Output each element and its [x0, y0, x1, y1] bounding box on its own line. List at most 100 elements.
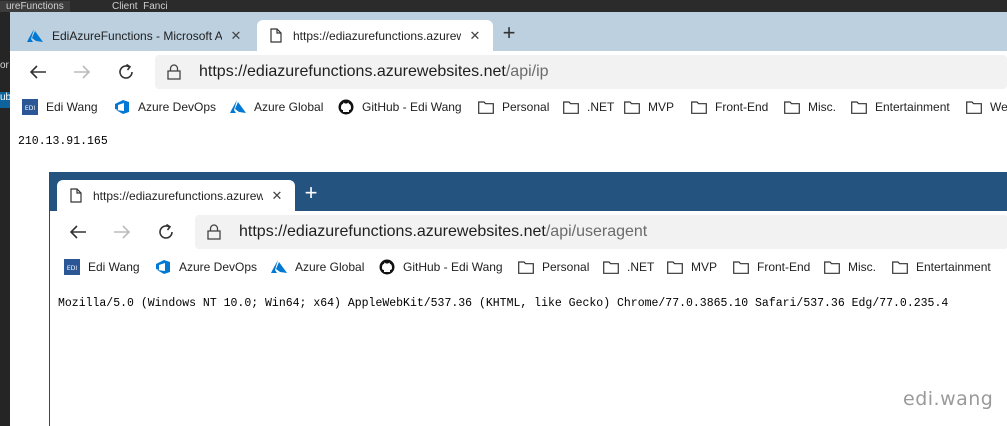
favorite-label: Edi Wang: [88, 260, 140, 274]
folder-icon: [784, 99, 800, 115]
navigation-toolbar: https://ediazurefunctions.azurewebsites.…: [50, 211, 1007, 253]
forward-button[interactable]: [106, 216, 138, 248]
favorite-label: Azure DevOps: [179, 260, 258, 274]
tab-api-ip[interactable]: https://ediazurefunctions.azurew ✕: [257, 20, 493, 51]
lock-icon[interactable]: [207, 223, 225, 241]
folder-icon: [733, 259, 749, 275]
refresh-button[interactable]: [150, 216, 182, 248]
background-tab: Client Fanci: [112, 1, 168, 12]
favorite-azure-global[interactable]: Azure Global: [271, 258, 364, 276]
favorite-folder-entertainment[interactable]: Entertainment: [892, 258, 991, 276]
favorite-azure-global[interactable]: Azure Global: [230, 98, 323, 116]
page-content-useragent: Mozilla/5.0 (Windows NT 10.0; Win64; x64…: [58, 297, 949, 310]
watermark: edi.wang: [903, 388, 994, 410]
close-icon[interactable]: ✕: [228, 28, 244, 44]
folder-icon: [851, 99, 867, 115]
favorite-folder-personal[interactable]: Personal: [518, 258, 589, 276]
address-bar[interactable]: https://ediazurefunctions.azurewebsites.…: [195, 215, 1007, 249]
favorite-folder-entertainment[interactable]: Entertainment: [851, 98, 950, 116]
background-tab: ureFunctions: [0, 1, 70, 12]
favorite-folder-front-end[interactable]: Front-End: [691, 98, 768, 116]
favorite-folder-misc[interactable]: Misc.: [784, 98, 836, 116]
refresh-button[interactable]: [110, 56, 142, 88]
tab-title: https://ediazurefunctions.azurew: [293, 28, 461, 43]
azure-icon: [26, 27, 44, 45]
url-host: https://ediazurefunctions.azurewebsites.…: [239, 223, 546, 240]
close-icon[interactable]: ✕: [269, 188, 285, 204]
folder-icon: [624, 99, 640, 115]
favorite-label: Azure Global: [254, 100, 324, 114]
folder-icon: [667, 259, 683, 275]
tab-title: EdiAzureFunctions - Microsoft Az: [52, 28, 222, 43]
favorite-github[interactable]: GitHub - Edi Wang: [338, 98, 462, 116]
tab-api-useragent[interactable]: https://ediazurefunctions.azurew ✕: [57, 180, 295, 211]
edi-icon: EDI: [22, 99, 38, 115]
favorite-azure-devops[interactable]: Azure DevOps: [114, 98, 216, 116]
edi-icon: EDI: [64, 259, 80, 275]
folder-icon: [691, 99, 707, 115]
url-path: /api/ip: [505, 63, 549, 80]
favorite-label: Misc.: [848, 260, 876, 274]
tab-azure-portal[interactable]: EdiAzureFunctions - Microsoft Az ✕: [16, 20, 254, 51]
page-icon: [67, 187, 85, 205]
favorite-label: .NET: [587, 100, 615, 114]
favorite-label: Front-End: [757, 260, 811, 274]
favorite-label: We: [990, 100, 1007, 114]
favorite-folder-front-end[interactable]: Front-End: [733, 258, 810, 276]
github-icon: [338, 99, 354, 115]
favorite-label: MVP: [691, 260, 718, 274]
address-bar[interactable]: https://ediazurefunctions.azurewebsites.…: [155, 55, 1007, 89]
favorite-folder-misc[interactable]: Misc.: [824, 258, 876, 276]
favorite-edi-wang[interactable]: EDI Edi Wang: [64, 258, 140, 276]
lock-icon[interactable]: [167, 63, 185, 81]
favorite-folder-mvp[interactable]: MVP: [667, 258, 717, 276]
new-tab-button[interactable]: +: [497, 22, 521, 46]
new-tab-button[interactable]: +: [299, 182, 323, 206]
folder-icon: [563, 99, 579, 115]
favorite-folder-we[interactable]: We: [966, 98, 1007, 116]
background-fragment: ub: [0, 92, 10, 108]
background-taskbar: ureFunctions Client Fanci: [0, 0, 1007, 12]
favorite-label: Personal: [502, 100, 550, 114]
favorite-folder-net[interactable]: .NET: [603, 258, 654, 276]
favorite-label: Edi Wang: [46, 100, 98, 114]
favorite-label: Entertainment: [875, 100, 950, 114]
svg-text:EDI: EDI: [25, 105, 35, 112]
azure-icon: [230, 99, 246, 115]
favorite-label: .NET: [627, 260, 655, 274]
favorite-azure-devops[interactable]: Azure DevOps: [155, 258, 257, 276]
favorite-folder-mvp[interactable]: MVP: [624, 98, 674, 116]
favorites-bar: EDI Edi Wang Azure DevOps Azure Global G…: [10, 93, 1007, 121]
folder-icon: [966, 99, 982, 115]
back-button[interactable]: [62, 216, 94, 248]
favorite-label: Entertainment: [916, 260, 991, 274]
favorite-folder-net[interactable]: .NET: [563, 98, 614, 116]
close-icon[interactable]: ✕: [467, 28, 483, 44]
browser-window-useragent: https://ediazurefunctions.azurew ✕ + htt…: [49, 172, 1007, 426]
azure-devops-icon: [114, 99, 130, 115]
azure-icon: [271, 259, 287, 275]
favorite-label: Azure DevOps: [138, 100, 217, 114]
favorite-label: MVP: [648, 100, 675, 114]
favorite-edi-wang[interactable]: EDI Edi Wang: [22, 98, 98, 116]
folder-icon: [892, 259, 908, 275]
favorite-label: Misc.: [808, 100, 836, 114]
background-fragment: or: [0, 60, 9, 71]
background-sidebar: or ub: [0, 12, 10, 426]
back-button[interactable]: [22, 56, 54, 88]
forward-button[interactable]: [66, 56, 98, 88]
favorite-github[interactable]: GitHub - Edi Wang: [379, 258, 503, 276]
folder-icon: [824, 259, 840, 275]
favorite-label: Front-End: [715, 100, 769, 114]
favorite-folder-personal[interactable]: Personal: [478, 98, 549, 116]
github-icon: [379, 259, 395, 275]
url-path: /api/useragent: [545, 223, 648, 240]
tab-strip: https://ediazurefunctions.azurew ✕ +: [50, 172, 1007, 211]
folder-icon: [518, 259, 534, 275]
url-host: https://ediazurefunctions.azurewebsites.…: [199, 63, 506, 80]
tab-strip: EdiAzureFunctions - Microsoft Az ✕ https…: [10, 12, 1007, 51]
svg-text:EDI: EDI: [67, 265, 77, 272]
page-content-ip: 210.13.91.165: [18, 135, 108, 148]
folder-icon: [478, 99, 494, 115]
favorite-label: GitHub - Edi Wang: [362, 100, 462, 114]
